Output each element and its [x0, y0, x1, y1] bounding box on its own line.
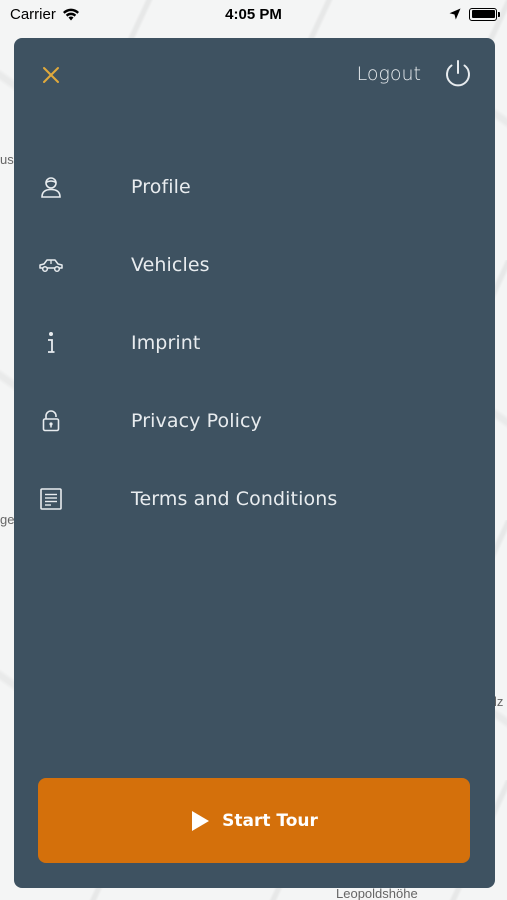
map-label: ge	[0, 512, 15, 527]
map-label: us	[0, 152, 14, 167]
menu-item-vehicles[interactable]: Vehicles	[14, 226, 495, 304]
wifi-icon	[62, 8, 79, 20]
map-label: Leopoldshöhe	[336, 886, 418, 900]
power-icon	[446, 60, 470, 87]
battery-icon	[469, 7, 500, 21]
menu-item-imprint[interactable]: Imprint	[14, 304, 495, 382]
start-tour-label: Start Tour	[222, 810, 318, 831]
lock-icon	[38, 408, 64, 434]
document-icon	[38, 486, 64, 512]
profile-icon	[38, 174, 64, 200]
close-button[interactable]	[36, 60, 66, 90]
menu-item-label: Profile	[131, 176, 191, 198]
play-icon	[192, 810, 210, 831]
menu-item-label: Terms and Conditions	[131, 488, 338, 510]
menu-item-label: Imprint	[131, 332, 201, 354]
logout-button[interactable]	[443, 58, 473, 90]
menu-item-profile[interactable]: Profile	[14, 148, 495, 226]
start-tour-button[interactable]: Start Tour	[38, 778, 470, 863]
map-label: lz	[494, 694, 504, 709]
menu-item-label: Privacy Policy	[131, 410, 262, 432]
location-arrow-icon	[449, 8, 461, 20]
navigation-drawer: Logout Profile Vehicles Imprint Privacy …	[14, 38, 495, 888]
close-icon	[43, 67, 59, 83]
menu-item-privacy-policy[interactable]: Privacy Policy	[14, 382, 495, 460]
carrier-label: Carrier	[10, 5, 56, 23]
menu-item-label: Vehicles	[131, 254, 210, 276]
drawer-menu: Profile Vehicles Imprint Privacy Policy …	[14, 148, 495, 538]
car-icon	[38, 252, 64, 278]
info-icon	[38, 330, 64, 356]
menu-item-terms[interactable]: Terms and Conditions	[14, 460, 495, 538]
logout-link[interactable]: Logout	[357, 63, 421, 85]
status-bar: Carrier 4:05 PM	[0, 0, 507, 28]
